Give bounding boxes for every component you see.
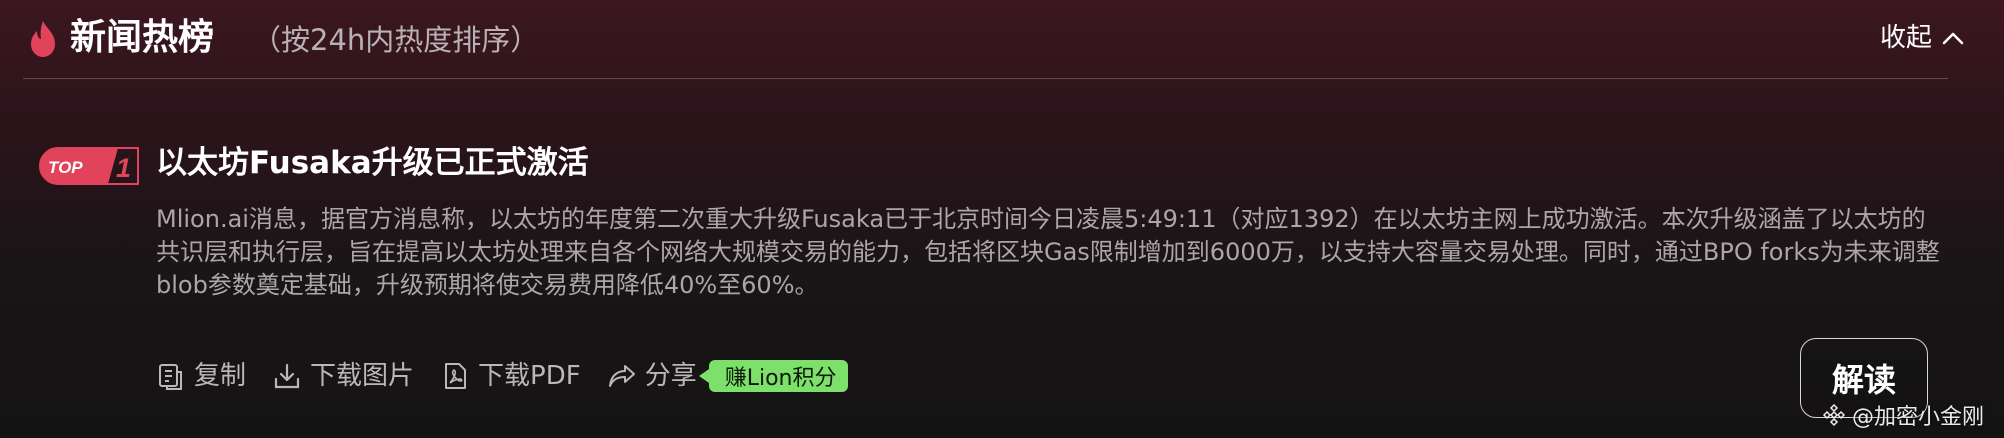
binance-logo-icon [1822, 403, 1846, 427]
chevron-up-icon [1942, 32, 1964, 45]
flame-icon [31, 21, 55, 57]
copy-label: 复制 [194, 361, 247, 391]
download-pdf-label: 下载PDF [478, 361, 581, 391]
earn-points-badge[interactable]: 赚Lion积分 [698, 360, 849, 392]
collapse-button[interactable]: 收起 [1880, 18, 1964, 58]
watermark-text: @加密小金刚 [1852, 405, 1985, 430]
collapse-label: 收起 [1879, 23, 1932, 53]
share-button[interactable]: 分享 [607, 356, 697, 396]
share-icon [608, 365, 635, 387]
download-image-label: 下载图片 [310, 361, 415, 391]
download-icon [274, 363, 300, 389]
share-label: 分享 [644, 361, 697, 391]
download-image-button[interactable]: 下载图片 [272, 356, 414, 396]
pdf-icon [445, 363, 467, 389]
copy-icon [159, 364, 182, 390]
page-subtitle: （按24h内热度排序） [252, 23, 540, 57]
download-pdf-button[interactable]: 下载PDF [440, 356, 581, 396]
rank-number: 1 [116, 153, 131, 183]
header-divider [23, 78, 1948, 79]
action-bar: 复制 下载图片 下载PDF 分享 赚Lion积分 [156, 356, 849, 396]
news-title[interactable]: 以太坊Fusaka升级已正式激活 [156, 140, 589, 186]
news-hot-list-panel: 新闻热榜 （按24h内热度排序） 收起 TOP 1 以太坊Fusaka升级已正式… [0, 0, 2004, 438]
watermark: @加密小金刚 [1822, 398, 1984, 432]
copy-button[interactable]: 复制 [156, 356, 246, 396]
news-body: Mlion.ai消息，据官方消息称，以太坊的年度第二次重大升级Fusaka已于北… [156, 205, 1940, 299]
page-title: 新闻热榜 [70, 17, 215, 58]
rank-badge: TOP 1 [39, 147, 139, 185]
panel-header: 新闻热榜 （按24h内热度排序） 收起 [0, 0, 2004, 78]
rank-badge-text: TOP [48, 158, 83, 177]
